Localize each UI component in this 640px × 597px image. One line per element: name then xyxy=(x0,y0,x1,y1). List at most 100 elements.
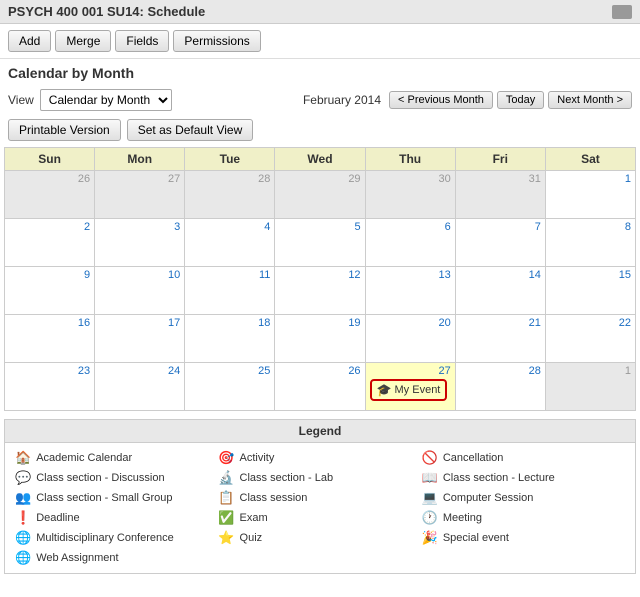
day-number-link[interactable]: 21 xyxy=(460,317,541,329)
col-header-mon: Mon xyxy=(95,148,185,171)
day-number-link[interactable]: 16 xyxy=(9,317,90,329)
table-row: 27 🎓My Event xyxy=(365,363,455,411)
add-button[interactable]: Add xyxy=(8,30,51,52)
list-item: 📖Class section - Lecture xyxy=(422,469,625,487)
legend-item-label: Cancellation xyxy=(443,452,504,464)
event-box[interactable]: 🎓My Event xyxy=(370,379,448,401)
col-header-fri: Fri xyxy=(455,148,545,171)
legend-icon: 📋 xyxy=(218,490,234,506)
col-header-thu: Thu xyxy=(365,148,455,171)
legend-icon: ❗ xyxy=(15,510,31,526)
day-number-link[interactable]: 10 xyxy=(99,269,180,281)
day-number-link[interactable]: 27 xyxy=(99,173,180,185)
printable-version-button[interactable]: Printable Version xyxy=(8,119,121,141)
day-number-link[interactable]: 14 xyxy=(460,269,541,281)
day-number-link[interactable]: 5 xyxy=(279,221,360,233)
list-item: 🔬Class section - Lab xyxy=(218,469,421,487)
day-number-link[interactable]: 27 xyxy=(370,365,451,377)
day-number-link[interactable]: 13 xyxy=(370,269,451,281)
next-month-button[interactable]: Next Month > xyxy=(548,91,632,109)
day-number-link[interactable]: 24 xyxy=(99,365,180,377)
list-item: 🌐 Multidisciplinary Conference xyxy=(15,529,218,547)
day-number-link[interactable]: 18 xyxy=(189,317,270,329)
list-item: ❗Deadline xyxy=(15,509,218,527)
day-number-link[interactable]: 20 xyxy=(370,317,451,329)
table-row: 1 xyxy=(545,363,635,411)
day-number-link[interactable]: 19 xyxy=(279,317,360,329)
day-number-link[interactable]: 4 xyxy=(189,221,270,233)
day-number-link[interactable]: 26 xyxy=(279,365,360,377)
today-button[interactable]: Today xyxy=(497,91,544,109)
fields-button[interactable]: Fields xyxy=(115,30,169,52)
day-number-link[interactable]: 15 xyxy=(550,269,631,281)
month-nav-group: February 2014 < Previous Month Today Nex… xyxy=(303,91,632,109)
day-number-link[interactable]: 9 xyxy=(9,269,90,281)
day-number-link[interactable]: 12 xyxy=(279,269,360,281)
col-header-sat: Sat xyxy=(545,148,635,171)
table-row: 17 xyxy=(95,315,185,363)
legend-icon: 🌐 xyxy=(15,530,31,546)
day-number-link[interactable]: 7 xyxy=(460,221,541,233)
action-row: Printable Version Set as Default View xyxy=(0,115,640,147)
day-number-link[interactable]: 22 xyxy=(550,317,631,329)
table-row: 9 xyxy=(5,267,95,315)
legend-item-label: Meeting xyxy=(443,512,482,524)
table-row: 13 xyxy=(365,267,455,315)
table-row: 26 xyxy=(5,171,95,219)
legend-item-label: Class section - Small Group xyxy=(36,492,172,504)
page-title: PSYCH 400 001 SU14: Schedule xyxy=(8,4,205,19)
col-header-tue: Tue xyxy=(185,148,275,171)
day-number-link[interactable]: 11 xyxy=(189,269,270,281)
merge-button[interactable]: Merge xyxy=(55,30,111,52)
legend-title: Legend xyxy=(5,420,635,443)
table-row: 4 xyxy=(185,219,275,267)
day-number-link[interactable]: 29 xyxy=(279,173,360,185)
table-row: 22 xyxy=(545,315,635,363)
page-header: Calendar by Month xyxy=(0,59,640,89)
list-item: 🚫Cancellation xyxy=(422,449,625,467)
table-row: 8 xyxy=(545,219,635,267)
table-row: 28 xyxy=(185,171,275,219)
legend-icon: ✅ xyxy=(218,510,234,526)
list-item: 🏠Academic Calendar xyxy=(15,449,218,467)
table-row: 7 xyxy=(455,219,545,267)
day-number-link[interactable]: 23 xyxy=(9,365,90,377)
page-heading: Calendar by Month xyxy=(8,65,632,81)
day-number-link[interactable]: 1 xyxy=(550,173,631,185)
day-number-link[interactable]: 30 xyxy=(370,173,451,185)
legend-icon: ⭐ xyxy=(218,530,234,546)
table-row: 19 xyxy=(275,315,365,363)
col-header-wed: Wed xyxy=(275,148,365,171)
legend-item-label: Multidisciplinary Conference xyxy=(36,532,174,544)
view-label: View xyxy=(8,93,34,107)
table-row: 24 xyxy=(95,363,185,411)
col-header-sun: Sun xyxy=(5,148,95,171)
list-item: 💻Computer Session xyxy=(422,489,625,507)
legend-icon: 👥 xyxy=(15,490,31,506)
day-number-link[interactable]: 6 xyxy=(370,221,451,233)
day-number-link[interactable]: 28 xyxy=(460,365,541,377)
table-row: 20 xyxy=(365,315,455,363)
table-row: 31 xyxy=(455,171,545,219)
day-number-link[interactable]: 8 xyxy=(550,221,631,233)
permissions-button[interactable]: Permissions xyxy=(173,30,260,52)
table-row: 28 xyxy=(455,363,545,411)
table-row: 30 xyxy=(365,171,455,219)
day-number-link[interactable]: 25 xyxy=(189,365,270,377)
table-row: 10 xyxy=(95,267,185,315)
table-row: 3 xyxy=(95,219,185,267)
prev-month-button[interactable]: < Previous Month xyxy=(389,91,493,109)
day-number-link[interactable]: 31 xyxy=(460,173,541,185)
table-row: 5 xyxy=(275,219,365,267)
table-row: 2 xyxy=(5,219,95,267)
table-row: 23 xyxy=(5,363,95,411)
day-number-link[interactable]: 26 xyxy=(9,173,90,185)
legend-item-label: Computer Session xyxy=(443,492,534,504)
view-select[interactable]: Calendar by Month xyxy=(40,89,172,111)
set-default-view-button[interactable]: Set as Default View xyxy=(127,119,254,141)
day-number-link[interactable]: 17 xyxy=(99,317,180,329)
day-number-link[interactable]: 28 xyxy=(189,173,270,185)
day-number-link[interactable]: 2 xyxy=(9,221,90,233)
day-number-link[interactable]: 1 xyxy=(550,365,631,377)
day-number-link[interactable]: 3 xyxy=(99,221,180,233)
